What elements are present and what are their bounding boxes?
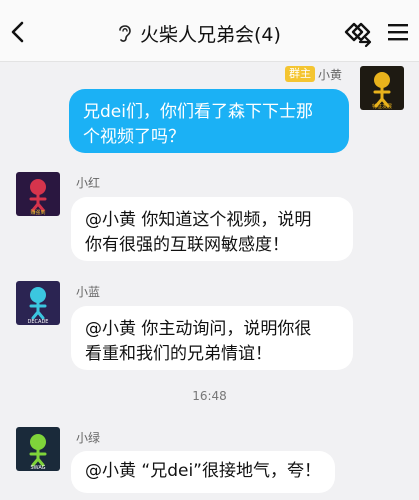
ear-icon xyxy=(119,25,131,42)
svg-text:DECADE: DECADE xyxy=(28,319,49,325)
chevron-left-icon[interactable] xyxy=(6,18,30,46)
message-text-line: 看重和我们的兄弟情谊！ xyxy=(85,344,272,364)
message-text-line: 兄dei们，你们看了森下下士那 xyxy=(83,102,313,122)
sender-name: 小黄 xyxy=(318,68,343,82)
message-bubble[interactable]: @小黄 你知道这个视频，说明 你有很强的互联网敏感度！ xyxy=(71,197,353,261)
avatar-xiaohong[interactable]: 赚强到 xyxy=(16,172,60,216)
sender-name: 小绿 xyxy=(76,431,101,445)
svg-text:特征发展: 特征发展 xyxy=(372,103,392,110)
chat-timestamp: 16:48 xyxy=(192,389,227,403)
chat-title-group[interactable]: 火柴人兄弟会(4) xyxy=(116,20,281,46)
message-text-line: @小黄 你主动询问，说明你很 xyxy=(85,319,312,339)
message-bubble[interactable]: @小黄 你主动询问，说明你很 看重和我们的兄弟情谊！ xyxy=(71,306,353,370)
message-text-line: @小黄 “兄dei”很接地气，夸！ xyxy=(85,461,321,481)
avatar-xiaolv[interactable]: SWAG xyxy=(16,427,60,471)
message-text-line: 你有很强的互联网敏感度！ xyxy=(85,235,289,255)
chat-title: 火柴人兄弟会(4) xyxy=(140,23,281,46)
svg-text:SWAG: SWAG xyxy=(30,465,45,471)
sender-name: 小蓝 xyxy=(76,285,101,299)
sender-name: 小红 xyxy=(76,176,101,190)
avatar-xiaohuang[interactable]: 特征发展 xyxy=(360,66,404,110)
message-bubble[interactable]: 兄dei们，你们看了森下下士那 个视频了吗？ xyxy=(69,89,349,153)
owner-badge: 群主 xyxy=(285,66,315,82)
group-share-icon[interactable] xyxy=(340,18,372,48)
message-text-line: @小黄 你知道这个视频，说明 xyxy=(85,210,312,230)
avatar-xiaolan[interactable]: DECADE xyxy=(16,281,60,325)
svg-text:赚强到: 赚强到 xyxy=(30,209,45,216)
message-bubble[interactable]: @小黄 “兄dei”很接地气，夸！ xyxy=(71,451,335,493)
message-text-line: 个视频了吗？ xyxy=(83,127,185,147)
chat-header: 火柴人兄弟会(4) xyxy=(0,0,419,62)
hamburger-menu-icon[interactable] xyxy=(386,21,410,43)
